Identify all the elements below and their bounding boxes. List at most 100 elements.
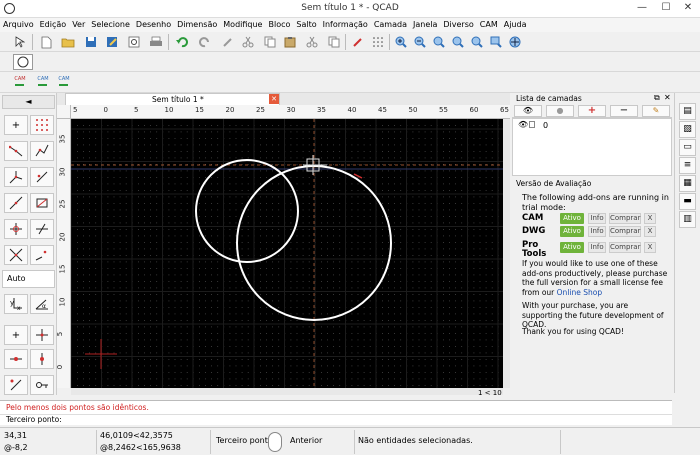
menu-selecione[interactable]: Selecione: [88, 18, 133, 32]
zoom-auto-icon[interactable]: [431, 34, 447, 50]
snap-endpoint-icon[interactable]: [4, 349, 28, 369]
addon-dismiss-button[interactable]: X: [644, 242, 656, 253]
block-list-icon[interactable]: ▭: [679, 139, 696, 156]
draw-order-icon[interactable]: [350, 34, 366, 50]
addon-info-button[interactable]: Info: [588, 226, 606, 237]
addon-buy-button[interactable]: Comprar: [609, 242, 641, 253]
zoom-out-icon[interactable]: [412, 34, 428, 50]
close-button[interactable]: ✕: [676, 0, 700, 16]
collapse-tools-button[interactable]: ◄: [2, 95, 55, 109]
print-icon[interactable]: [148, 34, 164, 50]
paste-icon[interactable]: [282, 34, 298, 50]
close-panel-icon[interactable]: ✕: [664, 93, 671, 102]
menu-desenho[interactable]: Desenho: [133, 18, 174, 32]
menu-bloco[interactable]: Bloco: [265, 18, 293, 32]
grid-toggle-icon[interactable]: [370, 34, 386, 50]
save-as-icon[interactable]: [104, 34, 120, 50]
snap-grid-icon[interactable]: [30, 325, 54, 345]
remove-layer-icon[interactable]: −: [610, 105, 638, 117]
save-icon[interactable]: [83, 34, 99, 50]
layer-visible-icon[interactable]: 👁: [518, 120, 528, 129]
cam-config-icon[interactable]: CAM: [35, 74, 51, 90]
angle-tool-icon[interactable]: [4, 167, 28, 187]
snap-middle-icon[interactable]: [30, 349, 54, 369]
redo-icon[interactable]: [196, 34, 212, 50]
menu-salto[interactable]: Salto: [293, 18, 319, 32]
key-restrict-icon[interactable]: [30, 375, 54, 395]
polyline-tool-icon[interactable]: [30, 141, 54, 161]
zoom-selection-icon[interactable]: [469, 34, 485, 50]
addon-info-button[interactable]: Info: [588, 242, 606, 253]
orthogonal-tool-icon[interactable]: [30, 219, 54, 239]
history-icon[interactable]: ▥: [679, 211, 696, 228]
addon-dismiss-button[interactable]: X: [644, 226, 656, 237]
addon-buy-button[interactable]: Comprar: [609, 213, 641, 224]
point-tool-icon[interactable]: +: [4, 115, 28, 135]
snap-free-icon[interactable]: +: [4, 325, 28, 345]
menu-cam[interactable]: CAM: [477, 18, 501, 32]
menu-arquivo[interactable]: Arquivo: [0, 18, 37, 32]
copy-reference-icon[interactable]: [326, 34, 342, 50]
zoom-pan-icon[interactable]: [507, 34, 523, 50]
addon-dismiss-button[interactable]: X: [644, 213, 656, 224]
cam-output-icon[interactable]: CAM: [56, 74, 72, 90]
freehand-tool-icon[interactable]: [30, 245, 54, 265]
addon-info-button[interactable]: Info: [588, 213, 606, 224]
menu-camada[interactable]: Camada: [371, 18, 410, 32]
menu-janela[interactable]: Janela: [410, 18, 440, 32]
minimize-button[interactable]: —: [630, 0, 654, 16]
zoom-in-icon[interactable]: [393, 34, 409, 50]
print-preview-icon[interactable]: [126, 34, 142, 50]
clipboard-icon[interactable]: ▧: [679, 121, 696, 138]
layer-lock-icon[interactable]: [529, 121, 535, 128]
open-folder-icon[interactable]: [60, 34, 76, 50]
edit-layer-icon[interactable]: ✎: [642, 105, 670, 117]
undo-icon[interactable]: [174, 34, 190, 50]
zoom-previous-icon[interactable]: [450, 34, 466, 50]
cam-export-icon[interactable]: CAM: [12, 74, 28, 90]
properties-icon[interactable]: ▤: [679, 103, 696, 120]
select-pointer-icon[interactable]: [12, 34, 28, 50]
new-file-icon[interactable]: [38, 34, 54, 50]
addon-buy-button[interactable]: Comprar: [609, 226, 641, 237]
menu-edicao[interactable]: Edição: [37, 18, 70, 32]
bisector-tool-icon[interactable]: [4, 245, 28, 265]
vertical-scrollbar[interactable]: [503, 119, 510, 388]
add-layer-icon[interactable]: +: [578, 105, 606, 117]
menu-informacao[interactable]: Informação: [320, 18, 371, 32]
snap-center-icon[interactable]: [4, 375, 28, 395]
auto-snap-mode[interactable]: Auto: [2, 270, 55, 288]
online-shop-link[interactable]: Online Shop: [557, 288, 602, 297]
menu-dimensao[interactable]: Dimensão: [174, 18, 220, 32]
perpendicular-tool-icon[interactable]: [4, 219, 28, 239]
parallel-tool-icon[interactable]: [30, 167, 54, 187]
command-line[interactable]: Terceiro ponto:: [0, 414, 672, 425]
horizontal-scrollbar[interactable]: [71, 388, 503, 395]
rectangle-line-icon[interactable]: [30, 193, 54, 213]
maximize-button[interactable]: ☐: [654, 0, 678, 16]
cut-reference-icon[interactable]: [304, 34, 320, 50]
line-tool-icon[interactable]: [4, 141, 28, 161]
menu-modifique[interactable]: Modifique: [220, 18, 265, 32]
cut-icon[interactable]: [240, 34, 256, 50]
pencil-draft-icon[interactable]: [220, 34, 236, 50]
menu-diverso[interactable]: Diverso: [440, 18, 476, 32]
float-panel-icon[interactable]: ⧉: [654, 93, 660, 103]
copy-icon[interactable]: [262, 34, 278, 50]
document-tab[interactable]: Sem título 1 * ✕: [65, 93, 280, 105]
menu-ajuda[interactable]: Ajuda: [501, 18, 530, 32]
document-tab-close-icon[interactable]: ✕: [269, 94, 279, 104]
points-grid-icon[interactable]: [30, 115, 54, 135]
tangent-tool-icon[interactable]: [4, 193, 28, 213]
coordinate-xy-icon[interactable]: yx: [4, 294, 28, 314]
circle-tool-icon[interactable]: [13, 54, 33, 70]
command-line-icon[interactable]: ▬: [679, 193, 696, 210]
show-all-layers-icon[interactable]: 👁: [514, 105, 542, 117]
layer-row[interactable]: 👁 0: [513, 120, 671, 131]
coordinate-polar-icon[interactable]: α: [30, 294, 54, 314]
menu-ver[interactable]: Ver: [69, 18, 88, 32]
library-icon[interactable]: ▦: [679, 175, 696, 192]
drawing-canvas[interactable]: [71, 119, 503, 388]
zoom-window-icon[interactable]: [488, 34, 504, 50]
hide-all-layers-icon[interactable]: ●: [546, 105, 574, 117]
